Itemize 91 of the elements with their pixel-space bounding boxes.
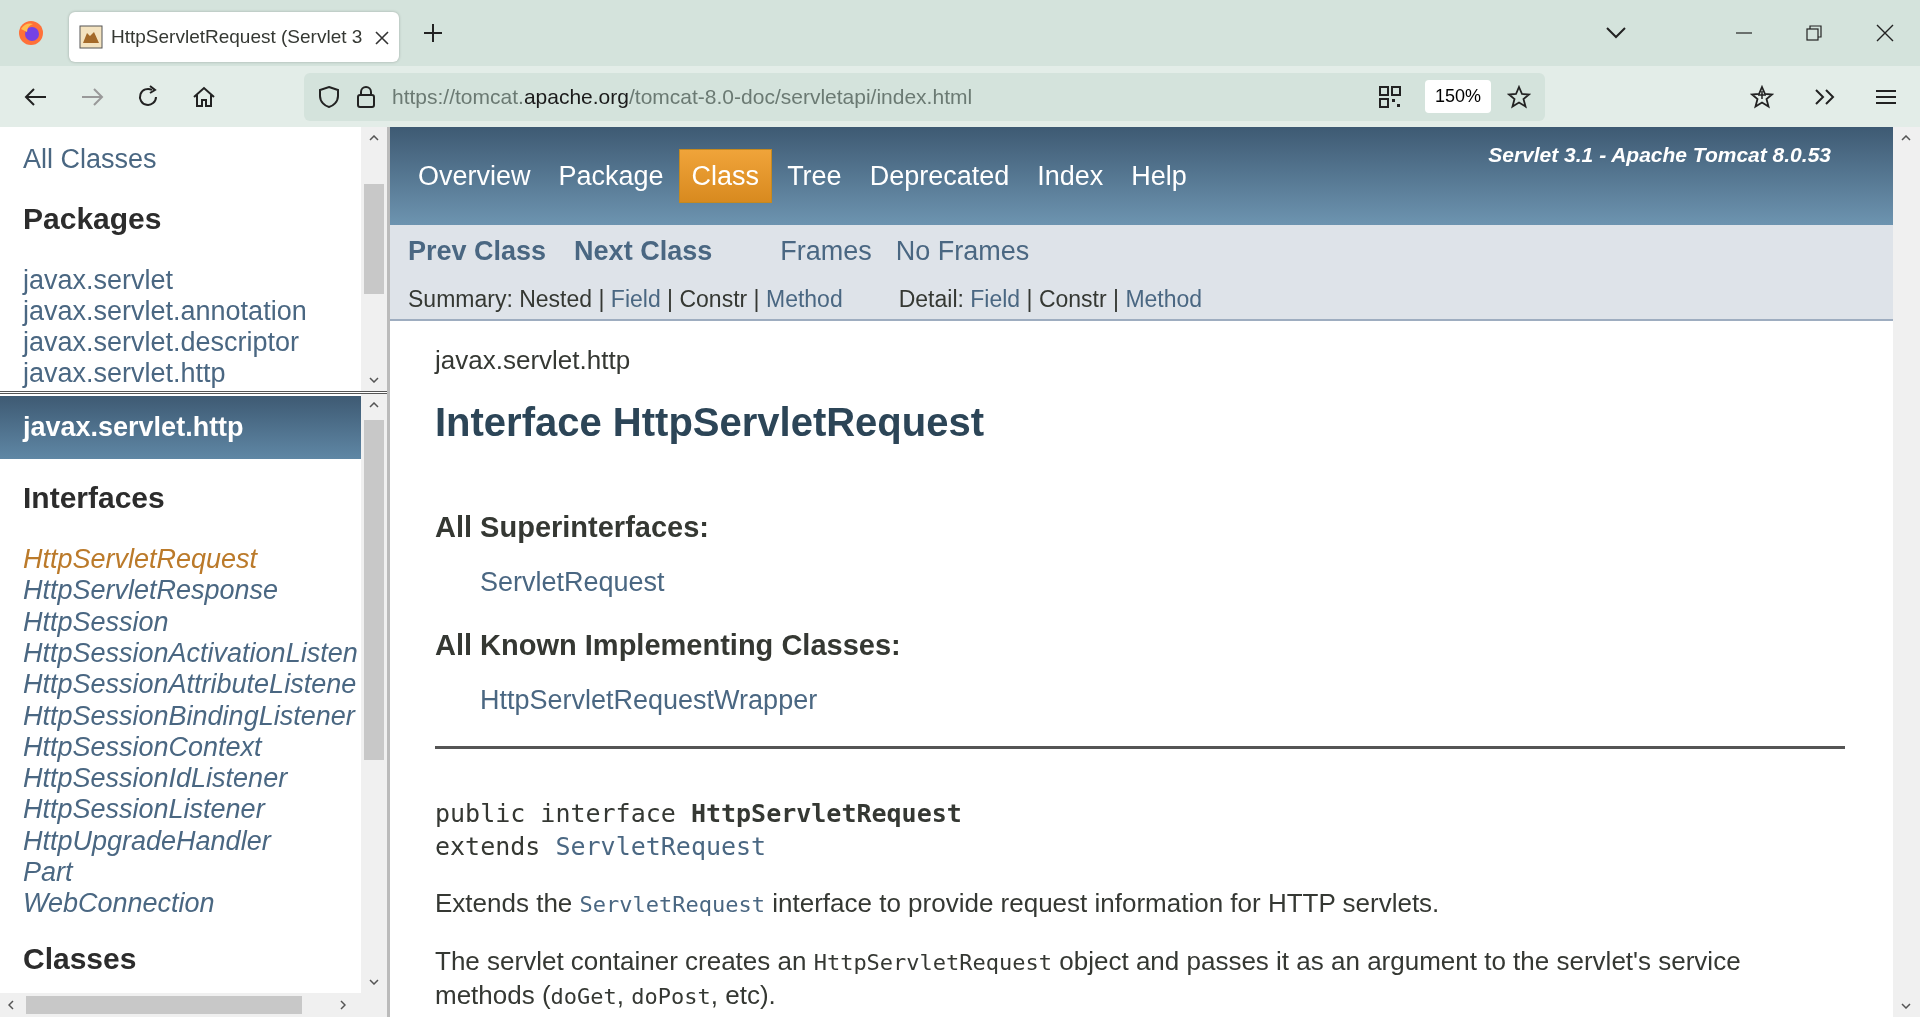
summary-text: Constr [679,285,748,312]
close-icon[interactable] [1876,24,1894,42]
double-chevron-icon[interactable] [1814,87,1836,106]
separator: | [1026,285,1033,312]
summary-text: Constr [1038,285,1107,312]
package-name-link[interactable]: javax.servlet.annotation [23,295,307,326]
restore-icon[interactable] [1806,25,1822,41]
summary-label: Detail: [898,285,964,312]
type-link[interactable]: ServletRequest [579,888,765,918]
interface-link[interactable]: HttpSessionIdListener [23,763,288,794]
scroll-up-icon[interactable] [1901,135,1911,141]
section-heading: Interfaces [23,480,166,517]
scroll-right-icon[interactable] [340,1000,346,1011]
interface-link[interactable]: HttpSessionListener [23,794,265,825]
summary-link[interactable]: Field [610,285,661,312]
new-tab-icon[interactable] [423,23,443,43]
menu-icon[interactable] [1876,88,1896,105]
scroll-up-icon[interactable] [369,135,379,141]
star-icon[interactable] [1507,84,1531,109]
nav-link[interactable]: Deprecated [856,148,1023,204]
type-link[interactable]: ServletRequest [480,561,665,602]
scrollbar[interactable] [361,394,387,994]
interface-link[interactable]: WebConnection [23,888,215,919]
package-name-link[interactable]: javax.servlet [23,264,174,295]
interface-link[interactable]: Part [23,857,73,888]
nav-link[interactable]: Tree [774,148,855,204]
section-heading: Classes [23,940,138,977]
zoom-level-button[interactable]: 150% [1424,80,1491,113]
scroll-left-icon[interactable] [8,1000,14,1011]
chevron-down-icon[interactable] [1606,27,1626,39]
firefox-icon[interactable] [18,20,44,46]
star-plus-icon[interactable] [1750,84,1774,109]
home-icon[interactable] [192,84,216,109]
separator: | [598,285,605,312]
package-name: javax.servlet.http [435,344,632,377]
class-nav-link[interactable]: Next Class [574,231,713,272]
section-heading: All Superinterfaces: [435,510,710,545]
interface-link[interactable]: HttpServletResponse [23,575,279,606]
section-heading: Packages [23,200,163,237]
address-bar[interactable]: https://tomcat.apache.org/tomcat-8.0-doc/servletapi/index.html 150% [304,72,1545,121]
summary-link[interactable]: Field [970,285,1021,312]
interface-link[interactable]: HttpUpgradeHandler [23,825,271,856]
lock-icon[interactable] [356,84,376,109]
nav-link[interactable]: Index [1024,148,1117,204]
code-text: public interface [435,799,676,828]
scroll-up-icon[interactable] [369,402,379,409]
reload-icon[interactable] [136,84,160,109]
scroll-down-icon[interactable] [369,377,379,384]
interface-link[interactable]: HttpSessionActivationListen [23,637,358,668]
summary-label: Summary: [408,285,513,312]
interface-link[interactable]: HttpSessionAttributeListene [23,669,357,700]
all-classes-link[interactable]: All Classes [23,139,157,180]
description-text: Extends the ServletRequest interface to provide request information for HTTP servlets. [435,887,1441,920]
type-link[interactable]: ServletRequest [555,832,767,861]
separator: | [1113,285,1120,312]
nav-link[interactable]: Help [1118,148,1200,204]
summary-text: Nested [519,285,593,312]
frames-link[interactable]: No Frames [895,231,1030,272]
version-label: Servlet 3.1 - Apache Tomcat 8.0.53 [1488,142,1831,168]
section-heading: All Known Implementing Classes: [435,628,902,663]
scrollbar[interactable] [1893,127,1920,1017]
arrow-left-icon[interactable] [24,86,48,107]
url-text: https://tomcat.apache.org/tomcat-8.0-doc/servletapi/index.html [392,83,973,110]
package-title-bar: javax.servlet.http [0,396,361,460]
tab-title: HttpServletRequest (Servlet 3 [111,24,364,49]
code-text: extends [435,832,541,861]
scrollbar[interactable] [361,127,387,392]
type-link[interactable]: HttpServletRequestWrapper [480,679,818,720]
package-name-link[interactable]: javax.servlet.descriptor [23,326,300,357]
browser-tab[interactable]: HttpServletRequest (Servlet 3 [69,12,399,62]
separator: | [753,285,760,312]
description-text: The servlet container creates an HttpServletRequest object and passes it as an argument to the servlet's service methods (doGet, doPost, etc). [435,945,1742,1012]
interface-link[interactable]: HttpSession [23,606,169,637]
nav-link[interactable]: Overview [405,148,544,204]
interface-link[interactable]: HttpSessionBindingListener [23,700,355,731]
summary-link[interactable]: Method [765,285,843,312]
interface-link[interactable]: HttpServletRequest [23,544,258,575]
code-text: HttpServletRequest [690,799,962,828]
page-title: Interface HttpServletRequest [435,399,986,446]
package-name-link[interactable]: javax.servlet.http [23,357,226,388]
frames-link[interactable]: Frames [780,231,872,272]
summary-link[interactable]: Method [1125,285,1203,312]
scroll-down-icon[interactable] [369,979,379,986]
qr-code-icon[interactable] [1378,85,1401,108]
separator: | [667,285,674,312]
class-nav-link[interactable]: Prev Class [408,231,547,272]
scrollbar[interactable] [0,993,387,1017]
scroll-down-icon[interactable] [1901,1003,1911,1009]
interface-link[interactable]: HttpSessionContext [23,731,262,762]
nav-link[interactable]: Package [545,148,677,204]
shield-icon[interactable] [318,84,340,109]
